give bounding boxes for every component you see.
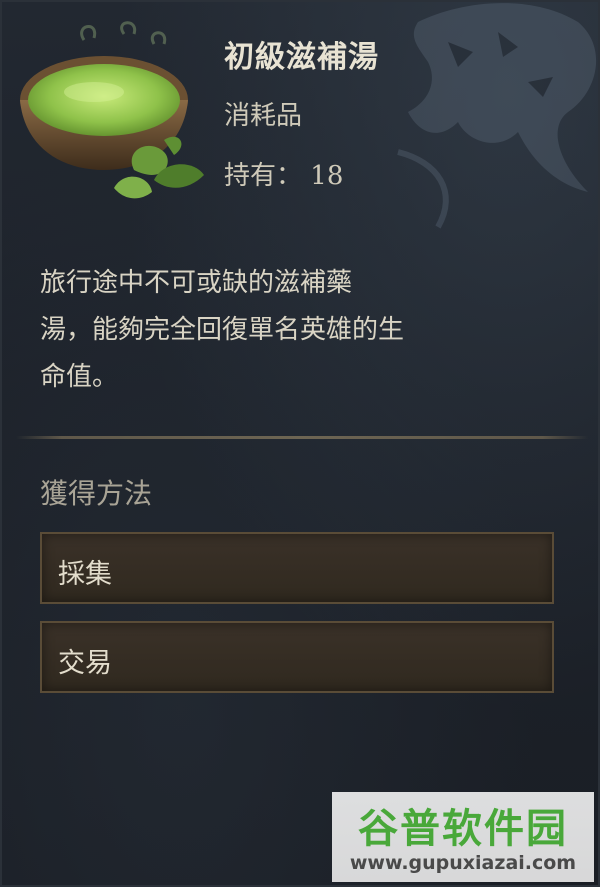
acquisition-title: 獲得方法 — [40, 477, 153, 510]
watermark-url: www.gupuxiazai.com — [349, 852, 577, 874]
acquisition-method-gather[interactable]: 採集 — [40, 532, 554, 604]
description-line: 旅行途中不可或缺的滋補藥 — [40, 268, 353, 298]
method-label: 交易 — [58, 648, 112, 679]
item-type: 消耗品 — [224, 101, 303, 131]
watermark-title: 谷普软件园 — [358, 806, 568, 852]
owned-count: 18 — [310, 161, 344, 191]
section-divider — [16, 436, 588, 439]
owned-count-row: 持有： 18 — [224, 155, 343, 192]
item-description: 旅行途中不可或缺的滋補藥 湯，能夠完全回復單名英雄的生 命值。 — [40, 260, 540, 401]
description-line: 命值。 — [40, 362, 119, 392]
item-tooltip-panel: 初級滋補湯 消耗品 持有： 18 旅行途中不可或缺的滋補藥 湯，能夠完全回復單名… — [0, 0, 600, 887]
dragon-emblem-icon — [397, 3, 597, 229]
site-watermark: 谷普软件园 www.gupuxiazai.com — [332, 792, 594, 882]
method-label: 採集 — [58, 559, 112, 590]
acquisition-method-trade[interactable]: 交易 — [40, 621, 554, 693]
owned-label: 持有： — [224, 161, 303, 191]
item-name: 初級滋補湯 — [224, 40, 379, 75]
description-line: 湯，能夠完全回復單名英雄的生 — [40, 315, 405, 345]
herbal-soup-bowl-icon — [20, 21, 204, 199]
